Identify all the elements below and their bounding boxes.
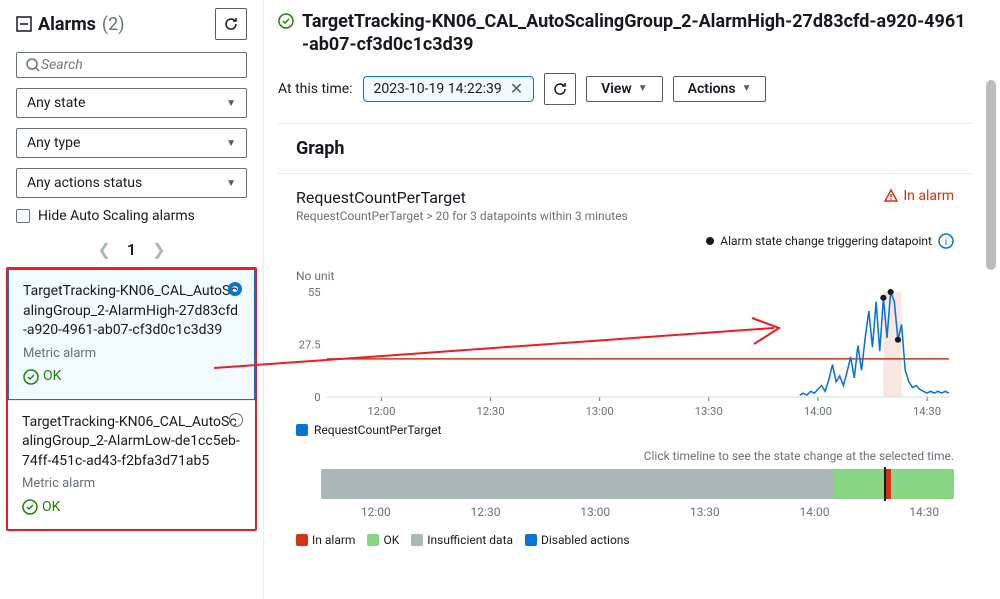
svg-text:14:30: 14:30 [913, 405, 941, 417]
actions-filter[interactable]: Any actions status ▼ [16, 168, 247, 198]
chart[interactable]: No unit 0 27.5 55 12:00 12:30 13:00 13:30 14:00… [296, 269, 954, 547]
search-input[interactable] [41, 57, 238, 73]
svg-text:12:00: 12:00 [367, 405, 395, 417]
alarm-status: OK [22, 498, 241, 518]
pager: ❮ 1 ❯ [16, 240, 247, 259]
chart-unit: No unit [296, 269, 954, 283]
alarm-condition: RequestCountPerTarget > 20 for 3 datapoi… [296, 209, 628, 223]
timeline[interactable] [296, 469, 954, 499]
svg-text:14:00: 14:00 [804, 405, 832, 417]
at-this-time-label: At this time: [278, 81, 353, 97]
trigger-legend: Alarm state change triggering datapoint … [296, 233, 954, 249]
svg-text:12:30: 12:30 [476, 405, 504, 417]
svg-text:13:00: 13:00 [586, 405, 614, 417]
clear-timestamp-button[interactable]: ✕ [510, 81, 523, 97]
alarms-label: Alarms [38, 14, 96, 35]
status-in-alarm: In alarm [883, 188, 954, 204]
alarm-list-item[interactable]: TargetTracking-KN06_CAL_AutoScalingGroup… [8, 269, 255, 400]
page-number: 1 [127, 240, 136, 259]
alarms-count: (2) [102, 14, 125, 35]
swatch-insufficient [411, 534, 423, 546]
svg-text:55: 55 [308, 287, 321, 299]
alarm-name: TargetTracking-KN06_CAL_AutoScalingGroup… [23, 282, 240, 341]
scrollbar[interactable] [986, 80, 996, 270]
timeline-legend: In alarm OK Insufficient data Disabled a… [296, 533, 954, 547]
ok-icon [22, 499, 38, 515]
svg-text:0: 0 [314, 391, 320, 404]
chart-legend: RequestCountPerTarget [296, 423, 954, 437]
panel-title: Graph [278, 124, 972, 174]
next-page-button[interactable]: ❯ [152, 240, 165, 259]
metric-name: RequestCountPerTarget [296, 188, 628, 207]
actions-button[interactable]: Actions ▼ [673, 76, 767, 102]
search-input-wrap[interactable] [16, 52, 247, 78]
sidebar: Alarms (2) Any state ▼ Any type ▼ Any ac… [0, 0, 264, 599]
series-swatch [296, 424, 308, 436]
alarm-type: Metric alarm [23, 345, 240, 363]
timestamp-pill[interactable]: 2023-10-19 14:22:39 ✕ [363, 76, 535, 102]
swatch-disabled [525, 534, 537, 546]
svg-text:27.5: 27.5 [299, 338, 321, 351]
alarm-list: TargetTracking-KN06_CAL_AutoScalingGroup… [6, 267, 257, 531]
timeline-note: Click timeline to see the state change a… [296, 449, 954, 463]
alarm-status: OK [23, 367, 240, 387]
refresh-icon [552, 81, 568, 97]
hide-autoscaling-checkbox[interactable]: Hide Auto Scaling alarms [16, 208, 247, 224]
alarm-name: TargetTracking-KN06_CAL_AutoScalingGroup… [22, 413, 241, 472]
state-filter[interactable]: Any state ▼ [16, 88, 247, 118]
warning-icon [883, 188, 899, 204]
checkbox-icon [16, 209, 30, 223]
radio-icon[interactable] [229, 413, 243, 427]
svg-text:i: i [945, 237, 947, 248]
alarm-list-item[interactable]: TargetTracking-KN06_CAL_AutoScalingGroup… [8, 400, 255, 530]
swatch-alarm [296, 534, 308, 546]
page-title: TargetTracking-KN06_CAL_AutoScalingGroup… [302, 10, 972, 57]
info-icon[interactable]: i [938, 233, 954, 249]
chevron-down-icon: ▼ [226, 178, 236, 189]
chevron-down-icon: ▼ [638, 83, 648, 94]
chevron-down-icon: ▼ [226, 138, 236, 149]
radio-icon[interactable] [228, 282, 242, 296]
type-filter[interactable]: Any type ▼ [16, 128, 247, 158]
swatch-ok [367, 534, 379, 546]
main-header: TargetTracking-KN06_CAL_AutoScalingGroup… [278, 10, 972, 57]
main: TargetTracking-KN06_CAL_AutoScalingGroup… [264, 0, 1000, 599]
graph-panel: Graph RequestCountPerTarget RequestCount… [278, 123, 972, 561]
search-icon [25, 57, 41, 73]
chevron-down-icon: ▼ [742, 83, 752, 94]
prev-page-button[interactable]: ❮ [98, 240, 111, 259]
chevron-down-icon: ▼ [226, 98, 236, 109]
collapse-icon[interactable] [16, 16, 32, 32]
ok-icon [23, 369, 39, 385]
refresh-icon [223, 16, 239, 32]
toolbar: At this time: 2023-10-19 14:22:39 ✕ View… [278, 73, 972, 105]
refresh-button[interactable] [215, 8, 247, 40]
view-button[interactable]: View ▼ [586, 76, 663, 102]
sidebar-title: Alarms (2) [16, 14, 124, 35]
refresh-graph-button[interactable] [544, 73, 576, 105]
ok-icon [278, 13, 294, 29]
dot-icon [706, 237, 714, 245]
svg-text:13:30: 13:30 [695, 405, 723, 417]
alarm-type: Metric alarm [22, 475, 241, 493]
